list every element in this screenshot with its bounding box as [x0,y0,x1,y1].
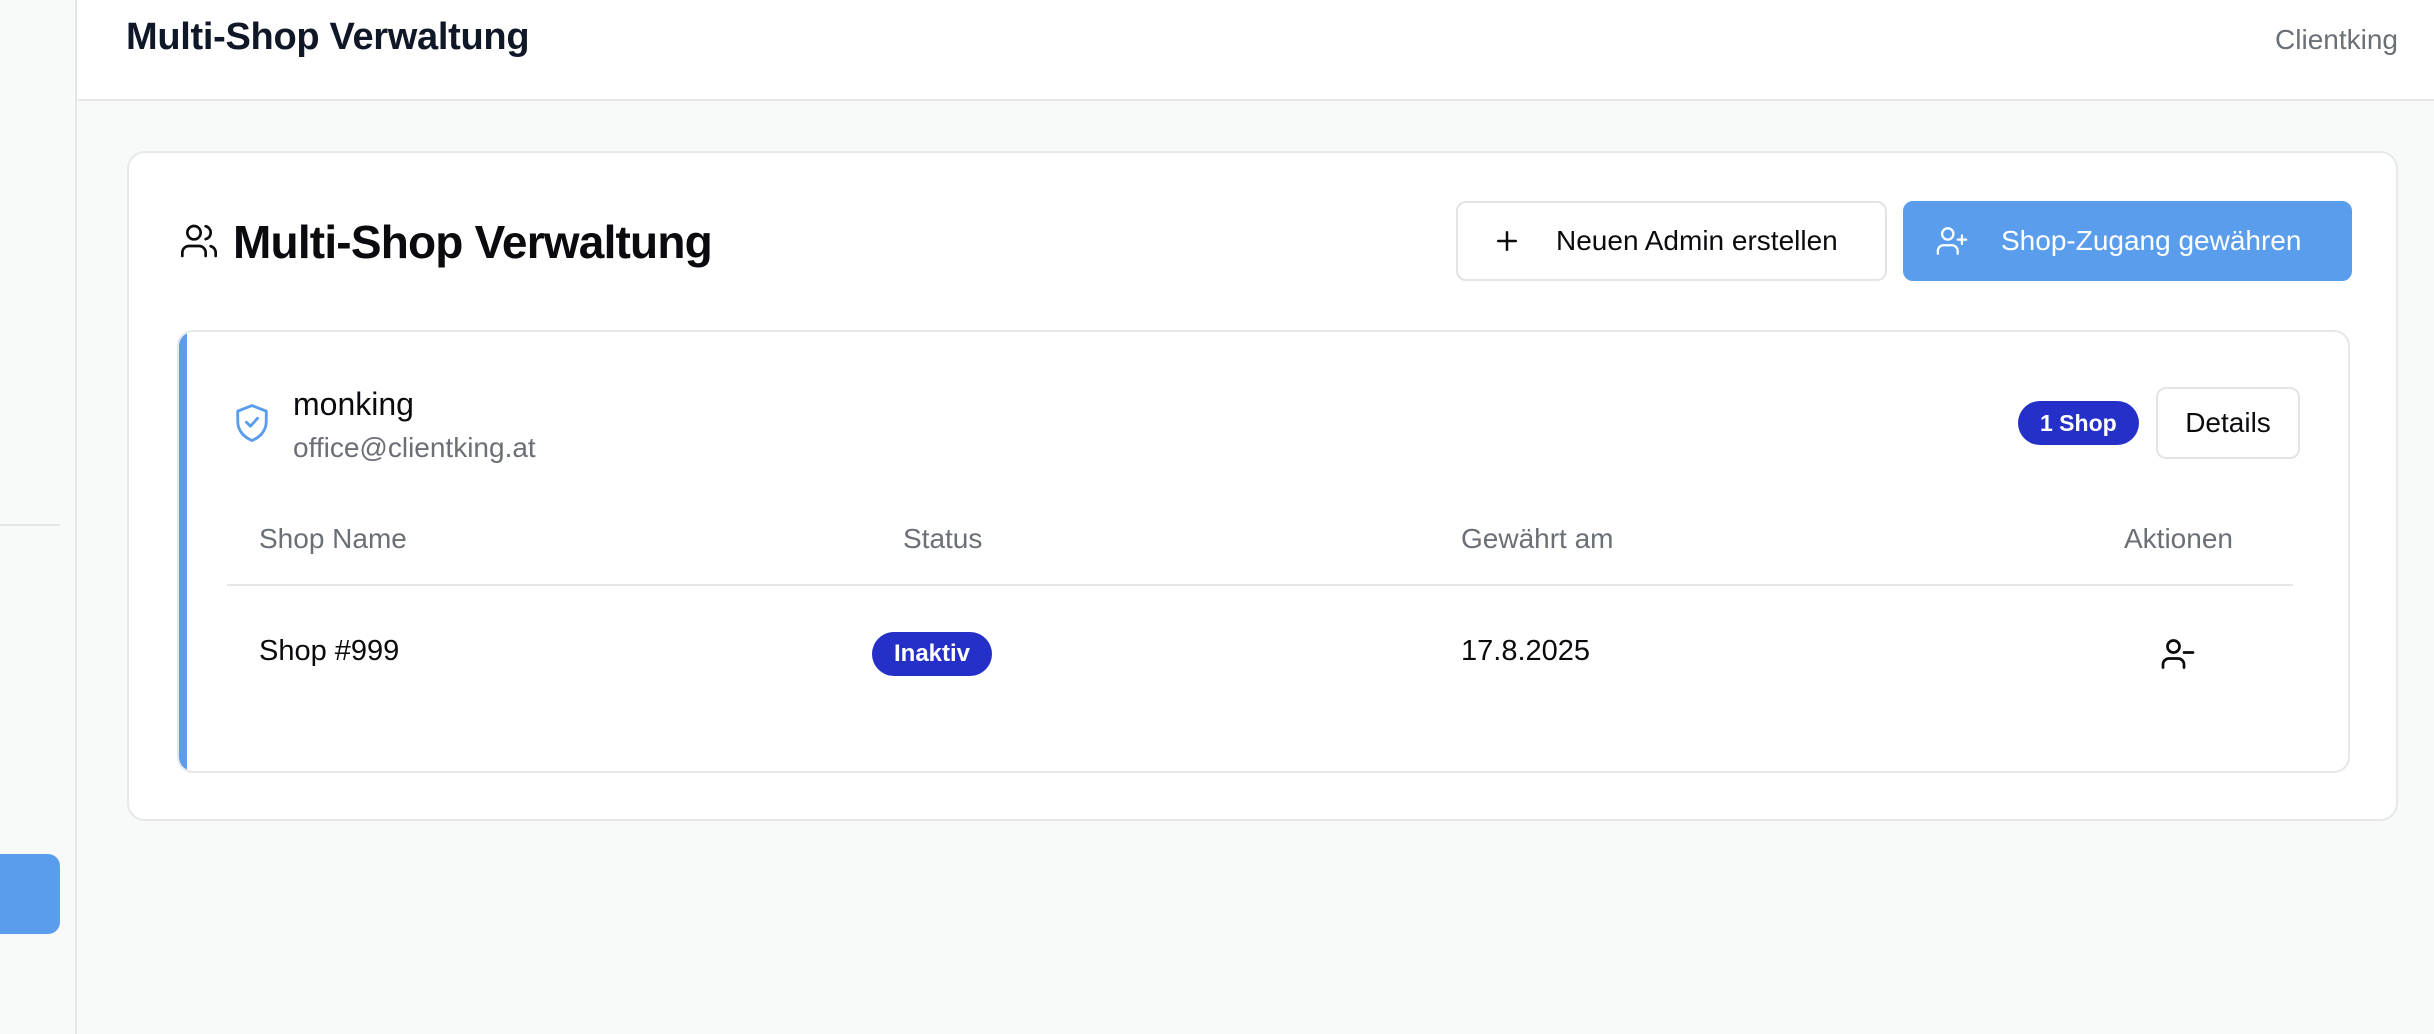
column-header-actions: Aktionen [2124,523,2233,554]
plus-icon [1497,231,1517,251]
sidebar-active-item[interactable] [0,854,60,934]
page-title: Multi-Shop Verwaltung [126,16,530,58]
new-admin-label: Neuen Admin erstellen [1556,225,1838,256]
card-heading: Multi-Shop Verwaltung [233,216,713,268]
admin-name: monking [293,386,414,422]
shop-count-badge: 1 Shop [2018,401,2139,445]
grant-shop-access-button[interactable]: Shop-Zugang gewähren [1903,201,2352,281]
column-header-granted: Gewährt am [1461,523,1614,554]
column-header-status: Status [903,523,983,554]
status-badge: Inaktiv [872,632,993,676]
sidebar [0,0,77,1034]
top-bar: Multi-Shop Verwaltung Clientking [78,0,2434,101]
granted-date-cell: 17.8.2025 [1461,635,1591,667]
admin-email: office@clientking.at [293,432,536,463]
user-minus-icon[interactable] [2160,636,2196,672]
shield-check-icon [236,404,268,442]
sidebar-divider [0,524,60,526]
shop-name-cell: Shop #999 [259,635,400,667]
user-plus-icon [1936,227,1968,255]
admin-card-accent [179,332,187,771]
users-icon [181,224,218,258]
table-row: Shop #999 Inaktiv 17.8.2025 [227,586,2293,721]
grant-shop-access-label: Shop-Zugang gewähren [2001,225,2302,256]
new-admin-button[interactable]: Neuen Admin erstellen [1456,201,1887,281]
admin-card: monking office@clientking.at 1 Shop Deta… [177,330,2350,773]
column-header-shop-name: Shop Name [259,523,407,554]
shops-table: Shop Name Status Gewährt am Aktionen Sho… [227,487,2293,721]
details-button[interactable]: Details [2156,387,2300,459]
table-header: Shop Name Status Gewährt am Aktionen [227,487,2293,586]
brand-label[interactable]: Clientking [2275,24,2398,56]
multi-shop-card: Multi-Shop Verwaltung Neuen Admin erstel… [127,151,2398,821]
